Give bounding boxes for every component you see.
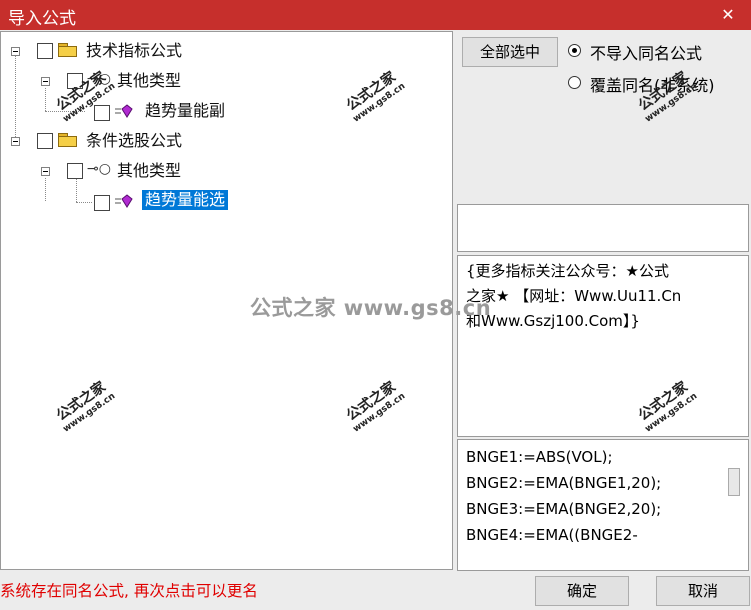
tree-node-label: 趋势量能副 <box>145 101 226 120</box>
checkbox[interactable] <box>67 163 83 179</box>
tree-node-label: 条件选股公式 <box>86 131 183 150</box>
info-box <box>457 204 749 252</box>
radio-skip-duplicates[interactable] <box>568 44 581 57</box>
checkbox[interactable] <box>94 105 110 121</box>
tree-node-label: 其他类型 <box>117 71 182 90</box>
code-box[interactable]: BNGE1:=ABS(VOL); BNGE2:=EMA(BNGE1,20); B… <box>457 439 749 571</box>
tree-node-other-type[interactable]: ⊸○ 其他类型 <box>1 70 301 94</box>
code-line: BNGE4:=EMA((BNGE2- <box>466 526 638 544</box>
collapse-icon[interactable] <box>41 77 50 86</box>
code-line: BNGE3:=EMA(BNGE2,20); <box>466 500 662 518</box>
center-watermark: 公式之家 www.gs8.cn <box>250 296 492 320</box>
collapse-icon[interactable] <box>41 167 50 176</box>
description-line: 和Www.Gszj100.Com】} <box>466 312 640 330</box>
radio-label: 不导入同名公式 <box>590 44 703 63</box>
checkbox[interactable] <box>37 43 53 59</box>
description-line: 之家★ 【网址：Www.Uu11.Cn <box>466 287 682 305</box>
select-all-button[interactable]: 全部选中 <box>462 37 558 67</box>
tree-node-stock-picking[interactable]: 条件选股公式 <box>1 130 301 154</box>
checkbox[interactable] <box>94 195 110 211</box>
collapse-icon[interactable] <box>11 137 20 146</box>
folder-icon <box>58 133 78 147</box>
scrollbar-thumb[interactable] <box>728 468 740 496</box>
tree-node-label: 技术指标公式 <box>86 41 183 60</box>
key-icon: ⊸○ <box>87 71 111 87</box>
key-icon: ⊸○ <box>87 161 111 177</box>
code-line: BNGE2:=EMA(BNGE1,20); <box>466 474 662 492</box>
description-box[interactable]: {更多指标关注公众号：★公式 之家★ 【网址：Www.Uu11.Cn 和Www.… <box>457 255 749 437</box>
tree-node-formula[interactable]: 趋势量能副 <box>1 100 301 124</box>
description-line: {更多指标关注公众号：★公式 <box>466 262 669 280</box>
window-title: 导入公式 <box>8 9 76 29</box>
radio-label: 覆盖同名(非系统) <box>590 76 715 95</box>
radio-overwrite[interactable] <box>568 76 581 89</box>
tree-node-label: 趋势量能选 <box>142 190 229 210</box>
formula-gem-icon <box>115 194 133 208</box>
checkbox[interactable] <box>67 73 83 89</box>
cancel-button[interactable]: 取消 <box>656 576 750 606</box>
tree-node-formula-selected[interactable]: 趋势量能选 <box>1 190 301 214</box>
collapse-icon[interactable] <box>11 47 20 56</box>
folder-icon <box>58 43 78 57</box>
close-icon[interactable]: ✕ <box>705 0 751 30</box>
status-message: 系统存在同名公式, 再次点击可以更名 <box>0 582 258 600</box>
tree-node-other-type[interactable]: ⊸○ 其他类型 <box>1 160 301 184</box>
title-bar: 导入公式 ✕ <box>0 0 751 30</box>
formula-gem-icon <box>115 104 133 118</box>
ok-button[interactable]: 确定 <box>535 576 629 606</box>
tree-node-label: 其他类型 <box>117 161 182 180</box>
code-line: BNGE1:=ABS(VOL); <box>466 448 613 466</box>
checkbox[interactable] <box>37 133 53 149</box>
tree-node-tech-indicators[interactable]: 技术指标公式 <box>1 40 301 64</box>
